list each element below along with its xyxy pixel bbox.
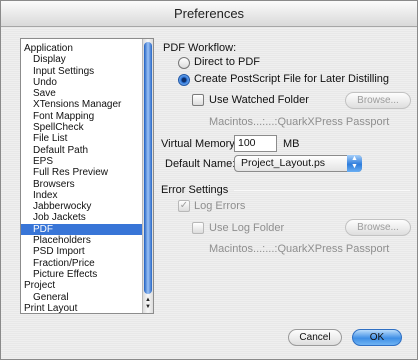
default-name-select[interactable]: Project_Layout.ps ▲ ▼ — [234, 155, 362, 172]
watched-folder-path: Macintos...:...:QuarkXPress Passport — [209, 116, 390, 128]
postscript-label[interactable]: Create PostScript File for Later Distill… — [194, 73, 389, 85]
error-settings-divider — [234, 190, 410, 191]
virtual-memory-unit: MB — [283, 138, 300, 150]
virtual-memory-input[interactable]: 100 — [234, 135, 277, 152]
use-watched-folder-label[interactable]: Use Watched Folder — [209, 94, 309, 106]
pdf-workflow-label: PDF Workflow: — [163, 42, 237, 54]
sidebar-item-undo[interactable]: Undo — [21, 77, 142, 88]
window-title: Preferences — [1, 1, 417, 27]
sidebar-item-job-jackets[interactable]: Job Jackets — [21, 212, 142, 223]
category-list-items: Application Display Input Settings Undo Save… — [21, 43, 142, 313]
sidebar-item-placeholders[interactable]: Placeholders — [21, 235, 142, 246]
sidebar-item-index[interactable]: Index — [21, 190, 142, 201]
watched-browse-button[interactable]: Browse... — [345, 92, 411, 109]
sidebar-item-application[interactable]: Application — [21, 43, 142, 54]
sidebar-item-pdf[interactable]: PDF — [21, 223, 142, 236]
log-browse-button[interactable]: Browse... — [345, 219, 411, 236]
sidebar-item-print-layout[interactable]: Print Layout — [21, 303, 142, 313]
scroll-down-arrow-icon[interactable]: ▼ — [145, 304, 151, 311]
cancel-button[interactable]: Cancel — [288, 329, 342, 346]
sidebar-item-jabberwocky[interactable]: Jabberwocky — [21, 201, 142, 212]
postscript-radio[interactable] — [178, 74, 190, 86]
direct-to-pdf-radio[interactable] — [178, 57, 190, 69]
preferences-window: Preferences Application Display Input Sett… — [0, 0, 418, 360]
log-folder-path: Macintos...:...:QuarkXPress Passport — [209, 243, 390, 255]
scroll-up-arrow-icon[interactable]: ▲ — [145, 297, 151, 304]
sidebar-item-psd-import[interactable]: PSD Import — [21, 246, 142, 257]
updown-arrows-icon: ▲ ▼ — [347, 155, 362, 172]
sidebar-item-xtensions-manager[interactable]: XTensions Manager — [21, 99, 142, 110]
error-settings-label: Error Settings — [161, 184, 229, 196]
sidebar-item-project[interactable]: Project — [21, 280, 142, 291]
sidebar-item-input-settings[interactable]: Input Settings — [21, 66, 142, 77]
log-errors-label[interactable]: Log Errors — [194, 200, 245, 212]
use-log-folder-checkbox[interactable] — [192, 222, 204, 234]
sidebar-item-browsers[interactable]: Browsers — [21, 179, 142, 190]
sidebar-item-eps[interactable]: EPS — [21, 156, 142, 167]
sidebar-item-default-path[interactable]: Default Path — [21, 145, 142, 156]
direct-to-pdf-label[interactable]: Direct to PDF — [194, 56, 260, 68]
use-watched-folder-checkbox[interactable] — [192, 94, 204, 106]
preferences-category-list[interactable]: Application Display Input Settings Undo Save… — [20, 38, 154, 314]
sidebar-item-spellcheck[interactable]: SpellCheck — [21, 122, 142, 133]
virtual-memory-label: Virtual Memory: — [161, 138, 238, 150]
sidebar-item-display[interactable]: Display — [21, 54, 142, 65]
sidebar-item-general[interactable]: General — [21, 292, 142, 303]
sidebar-item-file-list[interactable]: File List — [21, 133, 142, 144]
sidebar-item-full-res-preview[interactable]: Full Res Preview — [21, 167, 142, 178]
use-log-folder-label[interactable]: Use Log Folder — [209, 222, 284, 234]
sidebar-item-save[interactable]: Save — [21, 88, 142, 99]
sidebar-item-font-mapping[interactable]: Font Mapping — [21, 111, 142, 122]
default-name-label: Default Name: — [165, 158, 236, 170]
category-scrollbar[interactable]: ▲ ▼ — [142, 39, 153, 313]
default-name-value: Project_Layout.ps — [241, 157, 326, 169]
log-errors-checkbox[interactable]: ✓ — [178, 200, 190, 212]
scrollbar-thumb[interactable] — [144, 42, 152, 294]
sidebar-item-fraction-price[interactable]: Fraction/Price — [21, 258, 142, 269]
ok-button[interactable]: OK — [352, 329, 402, 346]
sidebar-item-picture-effects[interactable]: Picture Effects — [21, 269, 142, 280]
